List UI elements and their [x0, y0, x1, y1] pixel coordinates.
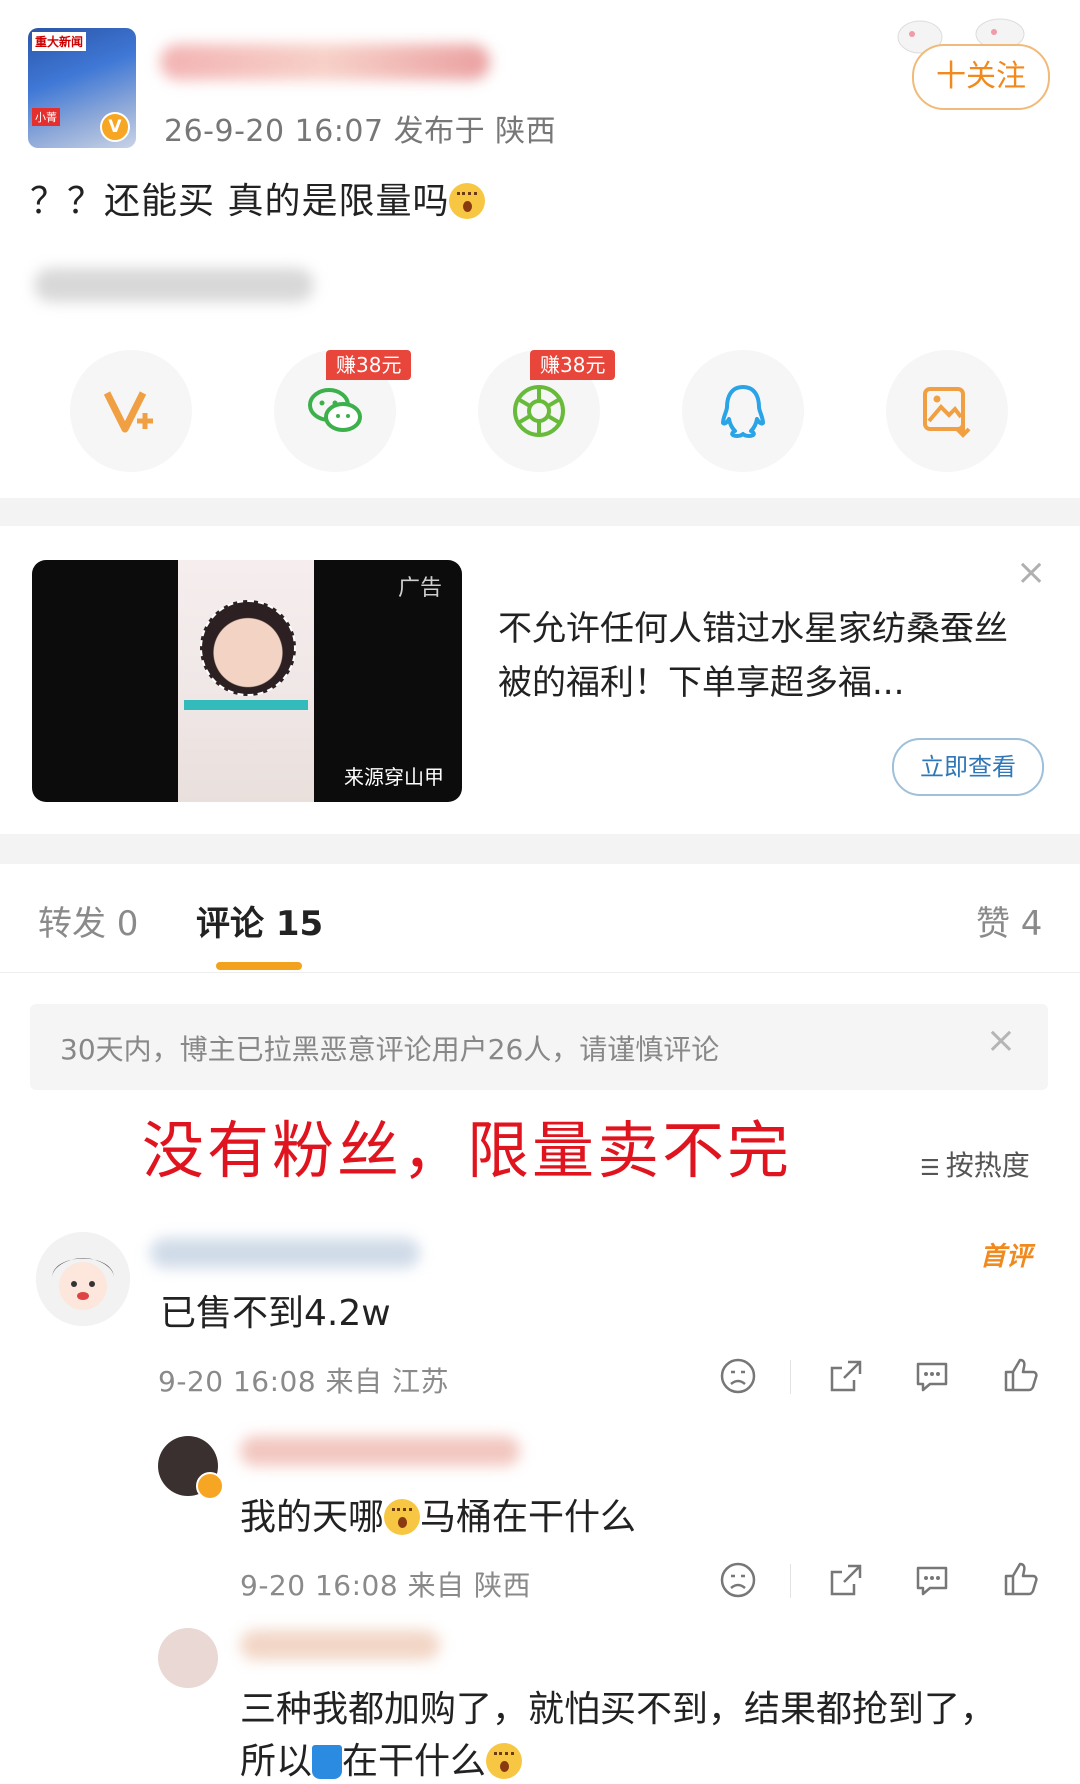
ad-close-icon[interactable]: × — [1016, 552, 1046, 593]
reply-text-part2: 在干什么 — [342, 1741, 487, 1782]
verified-badge-icon — [196, 1472, 224, 1500]
section-divider — [0, 834, 1080, 864]
section-divider — [0, 498, 1080, 526]
dislike-icon[interactable] — [718, 1560, 758, 1600]
action-divider — [790, 1360, 791, 1394]
commenter-name-redacted[interactable] — [150, 1238, 420, 1268]
first-comment-tag: 首评 — [980, 1242, 1033, 1272]
wechat-icon — [308, 388, 362, 432]
ad-title[interactable]: 不允许任何人错过水星家纺桑蚕丝被的福利！下单享超多福... — [498, 602, 1038, 710]
verified-badge-icon: V — [100, 112, 130, 142]
tab-repost[interactable]: 转发 0 — [38, 896, 138, 945]
reply-text-part1: 我的天哪 — [240, 1497, 385, 1538]
reply-text-line2: 所以 在干什么 — [240, 1732, 523, 1784]
reply-text: 三种我都加购了，就怕买不到，结果都抢到了， — [240, 1689, 997, 1730]
author-avatar[interactable]: 重大新闻 小菁 V — [28, 28, 136, 148]
dislike-icon[interactable] — [718, 1356, 758, 1396]
comment-notice-banner: 30天内，博主已拉黑恶意评论用户26人，请谨慎评论 × — [30, 1004, 1048, 1090]
reply-name-redacted[interactable] — [240, 1436, 520, 1466]
avatar-tag-news: 重大新闻 — [32, 32, 87, 51]
reply-icon[interactable] — [912, 1356, 952, 1396]
reply-text: 我的天哪 马桶在干什么 — [240, 1488, 636, 1540]
ad-person-image — [200, 600, 296, 696]
post-text-content: ？？还能买 真的是限量吗 — [30, 181, 450, 222]
tab-divider — [0, 972, 1080, 973]
follow-button[interactable]: 十关注 — [912, 44, 1050, 110]
comment-meta: 9-20 16:08 来自 江苏 — [158, 1365, 449, 1398]
ad-video-frame — [178, 560, 314, 802]
notice-text: 30天内，博主已拉黑恶意评论用户26人，请谨慎评论 — [60, 1033, 720, 1066]
ad-cta-button[interactable]: 立即查看 — [892, 738, 1044, 796]
author-name-redacted[interactable] — [160, 44, 490, 80]
tab-comment[interactable]: 评论 15 — [196, 896, 323, 945]
sort-icon: ☰ — [920, 1156, 940, 1181]
share-qq-button[interactable] — [682, 350, 804, 472]
qq-icon — [721, 385, 765, 438]
reply-icon[interactable] — [912, 1560, 952, 1600]
share-icon[interactable] — [826, 1560, 866, 1600]
like-icon[interactable] — [1000, 1354, 1040, 1394]
reply-name-redacted[interactable] — [240, 1630, 440, 1660]
comment-text: 已售不到4.2w — [160, 1293, 391, 1334]
reply-text-part1: 所以 — [240, 1741, 313, 1782]
surprised-emoji-icon — [449, 183, 486, 219]
reply-text-part2: 马桶在干什么 — [420, 1497, 637, 1538]
ad-label: 广告 — [397, 576, 442, 601]
avatar-tag-small: 小菁 — [32, 108, 60, 126]
reply-avatar[interactable] — [158, 1628, 218, 1688]
moments-icon — [513, 385, 565, 437]
post-meta: 26-9-20 16:07 发布于 陕西 — [164, 114, 557, 149]
save-image-button[interactable] — [886, 350, 1008, 472]
earn-badge-moments: 赚38元 — [530, 350, 616, 380]
share-v-plus-button[interactable] — [70, 350, 192, 472]
notice-close-icon[interactable]: × — [986, 1020, 1016, 1061]
surprised-emoji-icon — [384, 1499, 421, 1535]
action-divider — [790, 1564, 791, 1598]
earn-badge-wechat: 赚38元 — [326, 350, 412, 380]
cartoon-avatar-icon — [36, 1232, 130, 1326]
save-image-icon — [923, 387, 971, 438]
share-icon[interactable] — [826, 1356, 866, 1396]
ad-source: 来源穿山甲 — [344, 765, 444, 789]
v-plus-icon — [103, 391, 153, 433]
redacted-line — [34, 268, 314, 302]
ad-thumbnail[interactable]: 广告 来源穿山甲 — [32, 560, 462, 802]
like-icon[interactable] — [1000, 1558, 1040, 1598]
overlay-caption: 没有粉丝，限量卖不完 — [142, 1114, 793, 1187]
sort-label: 按热度 — [945, 1149, 1030, 1182]
commenter-avatar[interactable] — [36, 1232, 130, 1326]
post-text: ？？还能买 真的是限量吗 — [30, 172, 486, 224]
active-tab-indicator — [216, 962, 302, 970]
reply-meta: 9-20 16:08 来自 陕西 — [240, 1569, 531, 1602]
tab-like[interactable]: 赞 4 — [976, 896, 1042, 945]
sort-toggle[interactable]: ☰ 按热度 — [920, 1144, 1030, 1184]
ad-video-subtitle — [184, 700, 308, 710]
